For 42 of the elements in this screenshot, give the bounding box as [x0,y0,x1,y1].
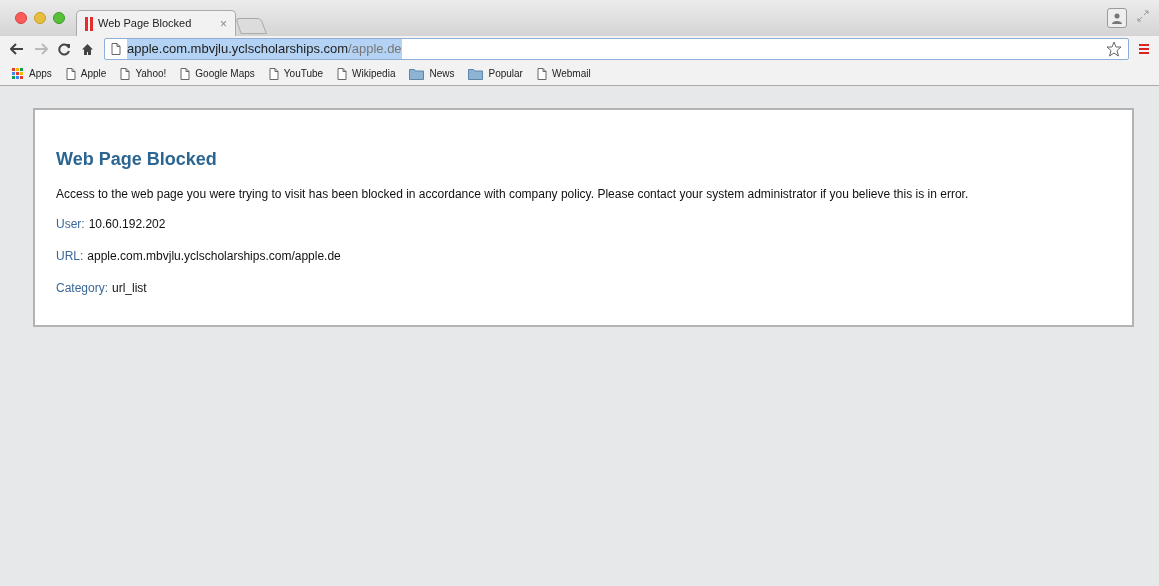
tab-title: Web Page Blocked [98,16,192,32]
field-value: 10.60.192.202 [88,216,166,233]
bookmark-link[interactable]: Apple [80,66,107,81]
folder-icon [468,67,484,80]
page-icon [180,67,191,80]
close-window-icon[interactable] [15,12,27,24]
bookmark-link[interactable]: Google Maps [195,66,255,81]
page-icon [65,67,76,80]
profile-button[interactable] [1107,8,1127,28]
address-bar[interactable]: apple.com.mbvjlu.yclscholarships.com/apple.de [104,38,1129,60]
tab-favicon-icon [85,16,93,31]
bookmark-link[interactable]: News [429,66,455,81]
fullscreen-icon[interactable] [1137,10,1149,22]
zoom-window-icon[interactable] [53,12,65,24]
field-value: url_list [112,280,147,297]
star-icon[interactable] [1106,41,1122,57]
field-label: URL: [56,248,84,265]
bookmark-link[interactable]: Popular [488,66,523,81]
bookmark-link[interactable]: YouTube [283,66,324,81]
browser-tab[interactable]: Web Page Blocked × [76,10,236,36]
page-icon [268,67,279,80]
block-message: Access to the web page you were trying to visit has been blocked in accordance with company policy. Please contact your system administrator if you believe this is in error. [56,186,970,203]
bookmark-link[interactable]: Webmail [551,66,591,81]
url-text: apple.com.mbvjlu.yclscholarships.com/apple.de [127,39,402,59]
person-icon [1111,12,1123,24]
apps-grid-icon [12,67,24,80]
bookmark-link[interactable]: Apps [29,66,52,81]
field-label: Category: [56,280,109,297]
bookmark-link[interactable]: Yahoo! [135,66,167,81]
bookmark-link[interactable]: Wikipedia [352,66,396,81]
field-value: apple.com.mbvjlu.yclscholarships.com/apple.de [87,248,341,265]
reload-icon[interactable] [58,42,71,56]
page-heading: Web Page Blocked [56,148,218,171]
menu-icon[interactable] [1139,43,1149,55]
page-icon [120,67,131,80]
back-icon[interactable] [10,43,24,55]
home-icon[interactable] [81,42,94,56]
page-icon [536,67,547,80]
page-icon [337,67,348,80]
folder-icon [409,67,425,80]
field-label: User: [56,216,85,233]
page-icon [111,43,121,55]
